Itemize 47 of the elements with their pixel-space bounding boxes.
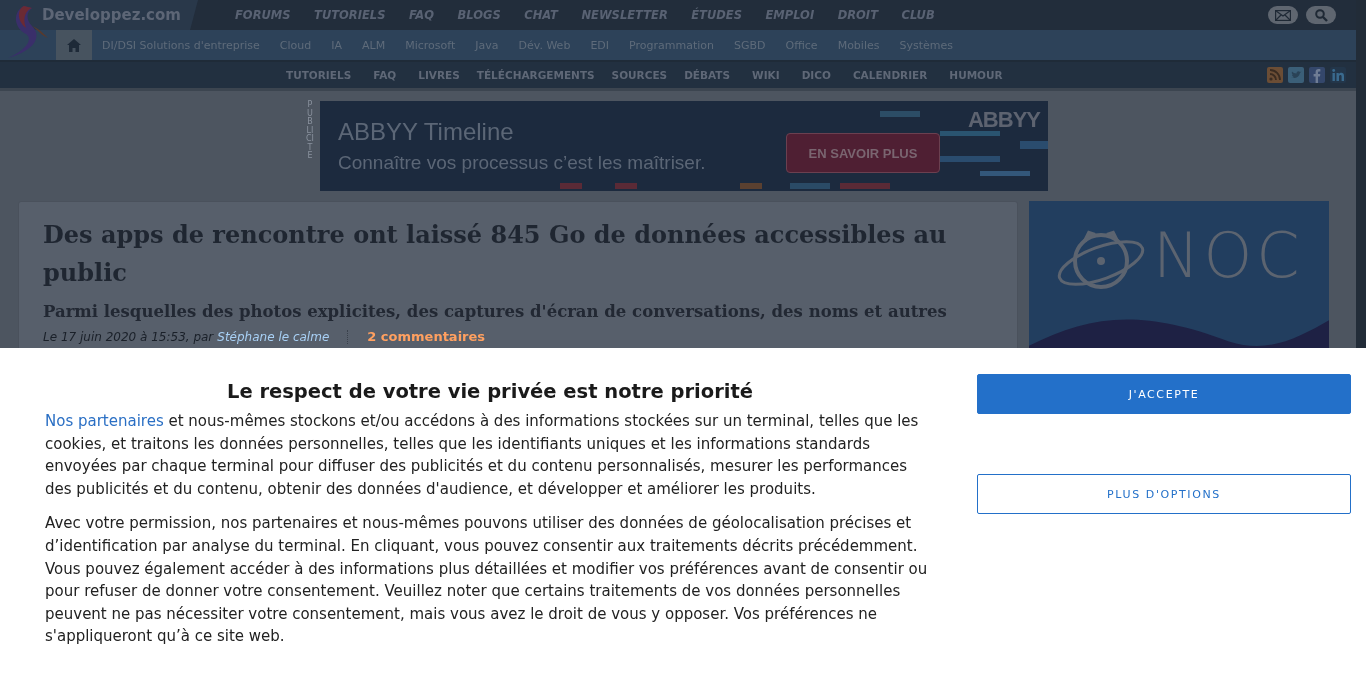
top-nav-link[interactable]: CHAT xyxy=(524,8,558,22)
section-link[interactable]: DÉBATS xyxy=(684,69,731,81)
dialog-title: Le respect de votre vie privée est notre priorité xyxy=(225,380,755,403)
section-link[interactable]: FAQ xyxy=(373,69,397,81)
consent-paragraph: Nos partenaires et nous-mêmes stockons et/ou accédons à des informations stockées sur un terminal, telles que les cookies, et traitons les données personnelles, telles que les identifiants uniques et les informations standards envoyées par chaque terminal pour diffuser des publicités et du contenu personnalisés, mesurer les performances des publicités et du contenu, obtenir des données d'audience, et développer et améliorer les produits. xyxy=(45,411,920,500)
top-nav-link[interactable]: NEWSLETTER xyxy=(581,8,668,22)
article-date: Le 17 juin 2020 à 15:53, par xyxy=(43,329,214,344)
bird-icon[interactable] xyxy=(1288,67,1304,83)
section-link[interactable]: CALENDRIER xyxy=(852,69,928,81)
section-link[interactable]: TUTORIELS xyxy=(286,69,352,81)
section-link[interactable]: SOURCES xyxy=(611,69,668,81)
facebook-icon[interactable] xyxy=(1309,67,1325,83)
top-nav-link[interactable]: BLOGS xyxy=(457,8,501,22)
top-nav-link[interactable]: ÉTUDES xyxy=(691,8,742,22)
top-nav-link[interactable]: CLUB xyxy=(901,8,935,22)
partners-link[interactable]: Nos partenaires xyxy=(45,412,164,430)
linkedin-icon[interactable] xyxy=(1330,67,1346,83)
learn-more-button[interactable]: EN SAVOIR PLUS xyxy=(786,133,940,173)
rss-icon[interactable] xyxy=(1267,67,1283,83)
section-link[interactable]: WIKI xyxy=(752,69,780,81)
home-icon xyxy=(67,38,81,52)
more-options-button[interactable]: PLUS D'OPTIONS xyxy=(977,474,1351,514)
ad-banner[interactable]: ABBYY Timeline Connaître vos processus c’est les maîtriser. EN SAVOIR PLUS ABBYY xyxy=(320,101,1048,191)
top-nav-link[interactable]: FORUMS xyxy=(235,8,291,22)
top-nav-link[interactable]: TUTORIELS xyxy=(314,8,386,22)
top-nav-link[interactable]: FAQ xyxy=(408,8,435,22)
article-subtitle: Parmi lesquelles des photos explicites, des captures d'écran de conversations, des noms et autres xyxy=(43,302,948,321)
ad-tagline: Connaître vos processus c’est les maîtriser. xyxy=(338,152,706,174)
envelope-icon xyxy=(1275,9,1291,21)
search-icon xyxy=(1314,8,1328,22)
accept-button[interactable]: J'ACCEPTE xyxy=(977,374,1351,414)
section-link[interactable]: TÉLÉCHARGEMENTS xyxy=(476,69,595,81)
mail-button[interactable] xyxy=(1268,6,1298,24)
ad-title: ABBYY Timeline xyxy=(338,118,515,146)
comments-link[interactable]: 2 commentaires xyxy=(367,329,486,344)
section-link[interactable]: HUMOUR xyxy=(949,69,1003,81)
consent-paragraph: Avec votre permission, nos partenaires et nous-mêmes pouvons utiliser des données de géolocalisation précises et d’identification par analyse du terminal. En cliquant, vous pouvez consentir aux traitements décrits précédemment. Vous pouvez également accéder à des informations plus détaillées et modifier vos préférences avant de consentir ou pour refuser de donner votre consentement. Veuillez noter que certains traitements de vos données personnelles peuvent ne pas nécessiter votre consentement, mais vous avez le droit de vous y opposer. Vos préférences ne s'appliqueront qu’à ce site web. xyxy=(45,513,929,648)
article-title: Des apps de rencontre ont laissé 845 Go de données accessibles au public xyxy=(43,219,948,289)
ad-brand: ABBYY xyxy=(968,107,1040,133)
section-link[interactable]: LIVRES xyxy=(418,69,460,81)
top-nav-link[interactable]: EMPLOI xyxy=(765,8,815,22)
home-button[interactable] xyxy=(56,30,92,60)
search-button[interactable] xyxy=(1306,6,1336,24)
top-nav-link[interactable]: DROIT xyxy=(837,8,878,22)
section-link[interactable]: DICO xyxy=(801,69,831,81)
ad-brand: NOC xyxy=(1153,219,1304,292)
author-link[interactable]: Stéphane le calme xyxy=(217,329,330,344)
